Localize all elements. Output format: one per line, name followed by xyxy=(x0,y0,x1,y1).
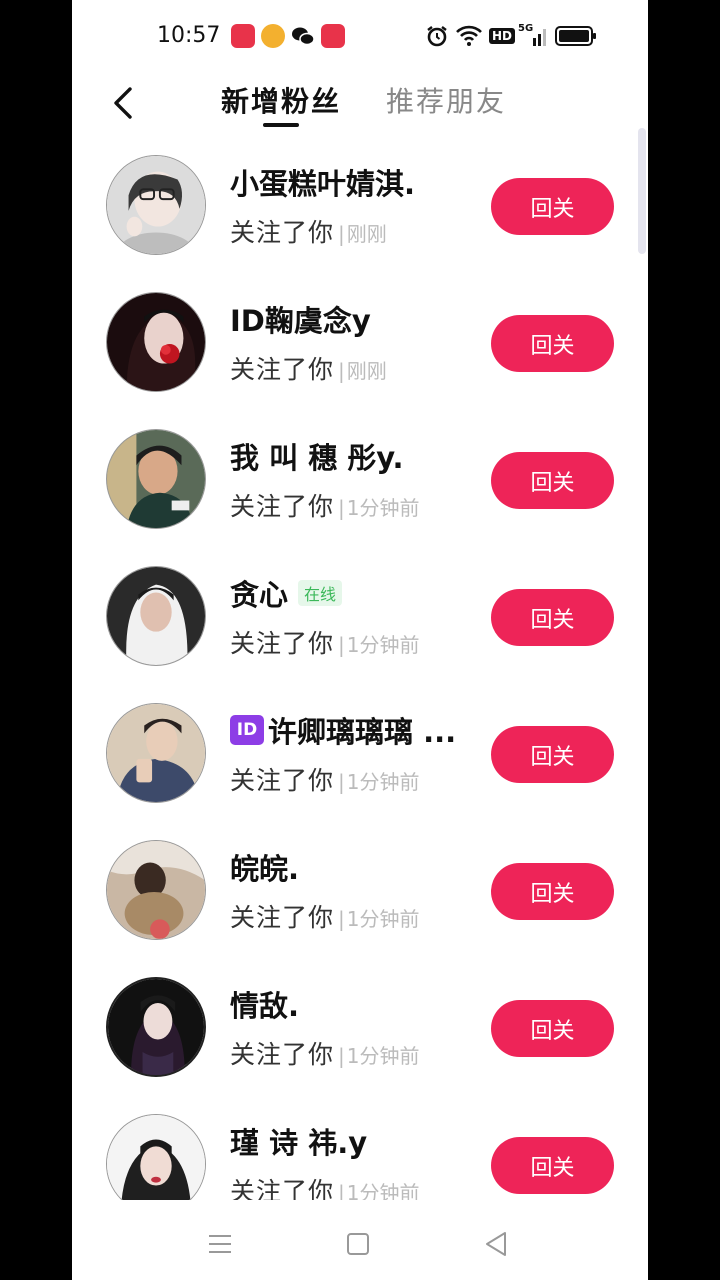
follower-name[interactable]: 情敌. xyxy=(230,983,299,1025)
cellular-signal-icon: 5G xyxy=(518,22,549,50)
video-app-notification-icon xyxy=(231,24,255,48)
shopping-app-notification-icon xyxy=(321,24,345,48)
follow-back-button[interactable]: 回关 xyxy=(491,1000,614,1057)
follow-info: 关注了你 | 1分钟前 xyxy=(230,766,420,795)
status-time: 10:57 xyxy=(157,23,221,48)
status-bar: 10:57 HD 5G xyxy=(72,0,648,74)
follow-time: 1分钟前 xyxy=(346,1181,420,1201)
alarm-icon xyxy=(425,22,449,50)
chevron-left-icon xyxy=(114,87,132,119)
follower-name[interactable]: ID 许卿璃璃璃 ... xyxy=(230,709,456,751)
follow-info: 关注了你 | 1分钟前 xyxy=(230,629,420,658)
page-header: 新增粉丝 推荐朋友 xyxy=(72,74,648,134)
follow-info: 关注了你 | 1分钟前 xyxy=(230,903,420,932)
avatar[interactable] xyxy=(106,155,206,255)
follow-time: 1分钟前 xyxy=(346,770,420,794)
follower-row[interactable]: 小蛋糕叶婧淇. 关注了你 | 刚刚 回关 xyxy=(72,137,648,273)
avatar[interactable] xyxy=(106,429,206,529)
hd-voice-icon: HD xyxy=(489,28,516,44)
avatar[interactable] xyxy=(106,977,206,1077)
follower-row[interactable]: 情敌. 关注了你 | 1分钟前 回关 xyxy=(72,959,648,1095)
follower-row[interactable]: ID 许卿璃璃璃 ... 关注了你 | 1分钟前 回关 xyxy=(72,685,648,821)
wechat-notification-icon xyxy=(291,24,315,48)
square-home-icon xyxy=(347,1233,369,1255)
follow-info: 关注了你 | 刚刚 xyxy=(230,218,387,247)
follow-back-button[interactable]: 回关 xyxy=(491,452,614,509)
follow-info: 关注了你 | 刚刚 xyxy=(230,355,387,384)
follow-info: 关注了你 | 1分钟前 xyxy=(230,492,420,521)
follow-back-button[interactable]: 回关 xyxy=(491,863,614,920)
follow-back-button[interactable]: 回关 xyxy=(491,315,614,372)
follow-back-button[interactable]: 回关 xyxy=(491,1137,614,1194)
follow-time: 1分钟前 xyxy=(346,907,420,931)
follower-name[interactable]: 我 叫 穗 彤y. xyxy=(230,435,404,477)
follow-time: 1分钟前 xyxy=(346,496,420,520)
menu-button[interactable] xyxy=(200,1224,240,1264)
follow-time: 刚刚 xyxy=(346,222,387,246)
system-navigation-bar xyxy=(72,1200,648,1280)
avatar[interactable] xyxy=(106,566,206,666)
id-badge-icon: ID xyxy=(230,715,264,745)
follower-name[interactable]: 瑾 诗 祎.y xyxy=(230,1120,367,1162)
phone-screen: 10:57 HD 5G 新增粉丝 推荐朋友 小蛋糕叶婧淇. 关注了你 | 刚刚 … xyxy=(72,0,648,1280)
follower-name[interactable]: 贪心 在线 xyxy=(230,572,343,614)
system-back-button[interactable] xyxy=(476,1224,516,1264)
tab-recommended-friends[interactable]: 推荐朋友 xyxy=(386,80,506,120)
triangle-back-icon xyxy=(486,1232,506,1256)
follow-info: 关注了你 | 1分钟前 xyxy=(230,1040,420,1069)
avatar[interactable] xyxy=(106,840,206,940)
follower-row[interactable]: 我 叫 穗 彤y. 关注了你 | 1分钟前 回关 xyxy=(72,411,648,547)
follow-back-button[interactable]: 回关 xyxy=(491,178,614,235)
follower-row[interactable]: 皖皖. 关注了你 | 1分钟前 回关 xyxy=(72,822,648,958)
follow-back-button[interactable]: 回关 xyxy=(491,589,614,646)
follow-info: 关注了你 | 1分钟前 xyxy=(230,1172,420,1201)
battery-icon xyxy=(555,22,597,50)
follow-time: 刚刚 xyxy=(346,359,387,383)
follower-name[interactable]: 皖皖. xyxy=(230,846,299,888)
home-button[interactable] xyxy=(338,1224,378,1264)
avatar[interactable] xyxy=(106,703,206,803)
active-tab-indicator xyxy=(263,123,299,127)
back-button[interactable] xyxy=(106,80,146,124)
follower-name[interactable]: 小蛋糕叶婧淇. xyxy=(230,161,415,203)
online-badge: 在线 xyxy=(298,580,343,606)
follower-row[interactable]: 瑾 诗 祎.y 关注了你 | 1分钟前 回关 xyxy=(72,1096,648,1201)
menu-icon xyxy=(209,1235,231,1253)
game-app-notification-icon xyxy=(261,24,285,48)
avatar[interactable] xyxy=(106,292,206,392)
follow-time: 1分钟前 xyxy=(346,1044,420,1068)
avatar[interactable] xyxy=(106,1114,206,1201)
wifi-icon xyxy=(455,22,483,50)
follower-list: 小蛋糕叶婧淇. 关注了你|刚刚 回关 ID鞠虞念y 关注了你|刚刚 回关 xyxy=(72,137,648,1201)
follower-row[interactable]: 贪心 在线 关注了你 | 1分钟前 回关 xyxy=(72,548,648,684)
follower-name[interactable]: ID鞠虞念y xyxy=(230,298,371,340)
follow-back-button[interactable]: 回关 xyxy=(491,726,614,783)
follower-row[interactable]: ID鞠虞念y 关注了你 | 刚刚 回关 xyxy=(72,274,648,410)
follow-time: 1分钟前 xyxy=(346,633,420,657)
tab-new-followers[interactable]: 新增粉丝 xyxy=(221,80,341,120)
